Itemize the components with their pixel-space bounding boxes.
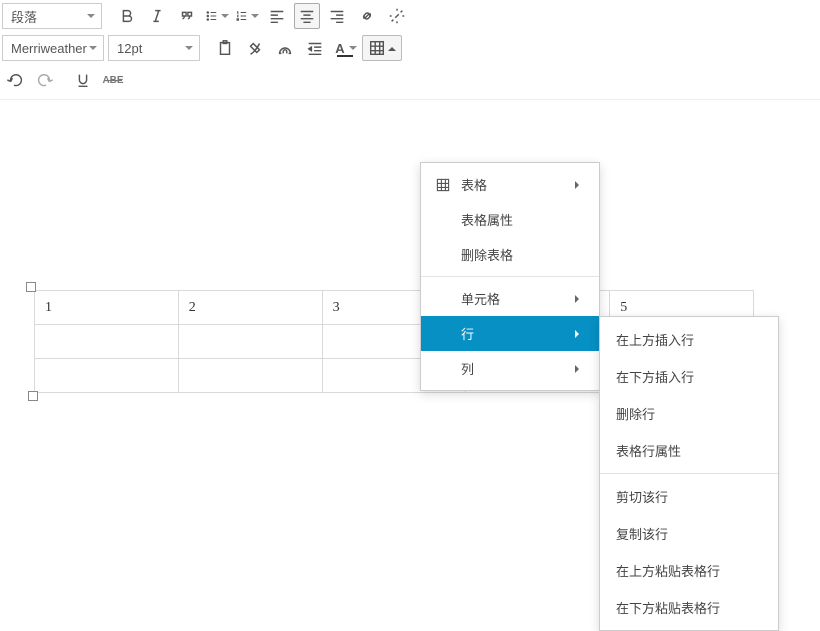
text-color-button[interactable]: A [332,35,358,61]
menu-label: 在上方插入行 [616,330,694,349]
align-right-button[interactable] [324,3,350,29]
outdent-button[interactable] [302,35,328,61]
link-button[interactable] [354,3,380,29]
clear-format-button[interactable] [242,35,268,61]
submenu-arrow-icon [575,295,583,303]
editor-content[interactable]: 1 2 3 4 5 [0,100,820,500]
menu-label: 在上方粘贴表格行 [616,561,720,580]
align-center-button[interactable] [294,3,320,29]
menu-item-delete-row[interactable]: 删除行 [600,395,778,432]
submenu-arrow-icon [575,181,583,189]
menu-item-cut-row[interactable]: 剪切该行 [600,478,778,515]
menu-label: 复制该行 [616,524,668,543]
special-char-button[interactable] [272,35,298,61]
bullet-list-button[interactable] [204,3,230,29]
menu-label: 在下方粘贴表格行 [616,598,720,617]
table-cell[interactable]: 1 [35,291,179,325]
table-icon [368,39,386,57]
table-menu: 表格 表格属性 删除表格 单元格 行 列 [420,162,600,391]
font-family-select[interactable]: Merriweather [2,35,104,61]
paste-text-button[interactable] [212,35,238,61]
menu-item-column[interactable]: 列 [421,351,599,386]
menu-item-row[interactable]: 行 [421,316,599,351]
toolbar-row-2: Merriweather 12pt A [0,32,820,64]
menu-label: 表格属性 [461,210,513,229]
italic-button[interactable] [144,3,170,29]
menu-item-paste-row-below[interactable]: 在下方粘贴表格行 [600,589,778,626]
menu-separator [600,473,778,474]
table-icon [435,177,453,193]
table-cell[interactable] [35,359,179,393]
menu-label: 表格行属性 [616,441,681,460]
strike-button[interactable]: ABE [100,67,126,93]
menu-item-insert-row-below[interactable]: 在下方插入行 [600,358,778,395]
menu-label: 删除表格 [461,245,513,264]
toolbar-row-1: 段落 [0,0,820,32]
paragraph-select-label: 段落 [11,7,37,26]
paragraph-select[interactable]: 段落 [2,3,102,29]
table-cell[interactable] [178,359,322,393]
menu-item-table[interactable]: 表格 [421,167,599,202]
menu-item-cell[interactable]: 单元格 [421,281,599,316]
menu-label: 列 [461,359,474,378]
table-cell[interactable] [35,325,179,359]
font-family-label: Merriweather [11,41,87,56]
menu-item-insert-row-above[interactable]: 在上方插入行 [600,321,778,358]
table-cell[interactable]: 2 [178,291,322,325]
quote-button[interactable] [174,3,200,29]
table-handle-top-left[interactable] [26,282,36,292]
menu-label: 在下方插入行 [616,367,694,386]
menu-label: 剪切该行 [616,487,668,506]
number-list-button[interactable] [234,3,260,29]
font-size-label: 12pt [117,41,142,56]
menu-label: 行 [461,324,474,343]
menu-item-copy-row[interactable]: 复制该行 [600,515,778,552]
submenu-arrow-icon [575,365,583,373]
menu-separator [421,276,599,277]
menu-label: 单元格 [461,289,500,308]
submenu-arrow-icon [575,330,583,338]
menu-item-table-props[interactable]: 表格属性 [421,202,599,237]
table-handle-bottom-right[interactable] [28,391,38,401]
menu-item-row-props[interactable]: 表格行属性 [600,432,778,469]
undo-button[interactable] [2,67,28,93]
menu-label: 删除行 [616,404,655,423]
underline-button[interactable] [70,67,96,93]
align-left-button[interactable] [264,3,290,29]
redo-button[interactable] [32,67,58,93]
font-size-select[interactable]: 12pt [108,35,200,61]
menu-label: 表格 [461,175,487,194]
table-dropdown-button[interactable] [362,35,402,61]
row-submenu: 在上方插入行 在下方插入行 删除行 表格行属性 剪切该行 复制该行 在上方粘贴表… [599,316,779,631]
menu-item-paste-row-above[interactable]: 在上方粘贴表格行 [600,552,778,589]
unlink-button[interactable] [384,3,410,29]
menu-item-delete-table[interactable]: 删除表格 [421,237,599,272]
table-cell[interactable] [178,325,322,359]
caret-up-icon [388,43,396,51]
toolbar-row-3: ABE [0,64,820,100]
bold-button[interactable] [114,3,140,29]
